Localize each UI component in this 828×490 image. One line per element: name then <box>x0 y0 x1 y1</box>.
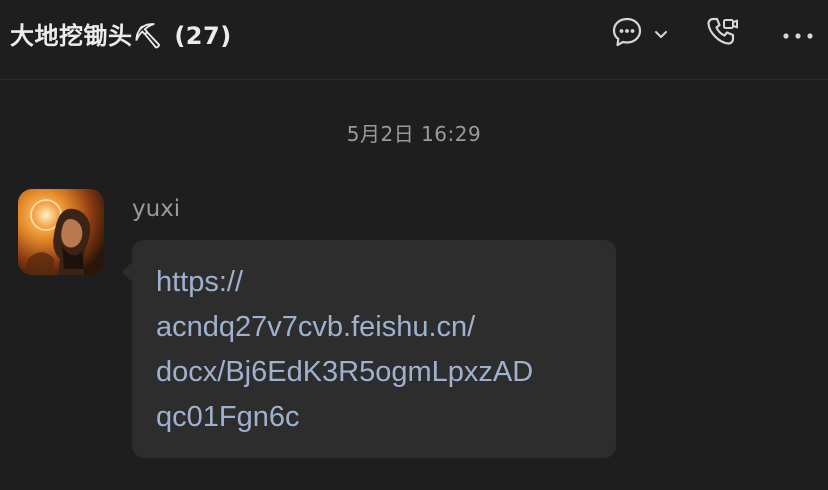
bubble-tail <box>122 262 132 282</box>
chevron-down-icon <box>654 25 668 44</box>
message-link[interactable]: qc01Fgn6c <box>156 395 592 440</box>
more-button[interactable] <box>778 14 818 54</box>
member-count: (27) <box>174 22 232 50</box>
date-separator: 5月2日 16:29 <box>346 122 482 146</box>
avatar[interactable] <box>18 189 104 275</box>
chat-title: 大地挖锄头⛏ (27) <box>10 16 232 51</box>
pickaxe-emoji: ⛏ <box>132 22 164 50</box>
message-link[interactable]: acndq27v7cvb.feishu.cn/ <box>156 305 592 350</box>
chat-header: 大地挖锄头⛏ (27) <box>0 0 828 80</box>
more-icon <box>782 25 814 44</box>
message-bubble[interactable]: https:// acndq27v7cvb.feishu.cn/ docx/Bj… <box>122 240 616 458</box>
sender-name: yuxi <box>132 196 181 222</box>
header-actions <box>610 14 818 54</box>
message-link[interactable]: docx/Bj6EdK3R5ogmLpxzAD <box>156 350 592 395</box>
call-button[interactable] <box>704 14 740 54</box>
chat-options-button[interactable] <box>610 14 668 54</box>
chat-window: 大地挖锄头⛏ (27) 5月2日 16:29 yuxi https:// acn… <box>0 0 828 490</box>
message-link[interactable]: https:// <box>156 260 592 305</box>
chat-bubble-icon <box>610 15 644 53</box>
call-video-icon <box>704 14 740 54</box>
chat-name: 大地挖锄头 <box>10 22 133 50</box>
